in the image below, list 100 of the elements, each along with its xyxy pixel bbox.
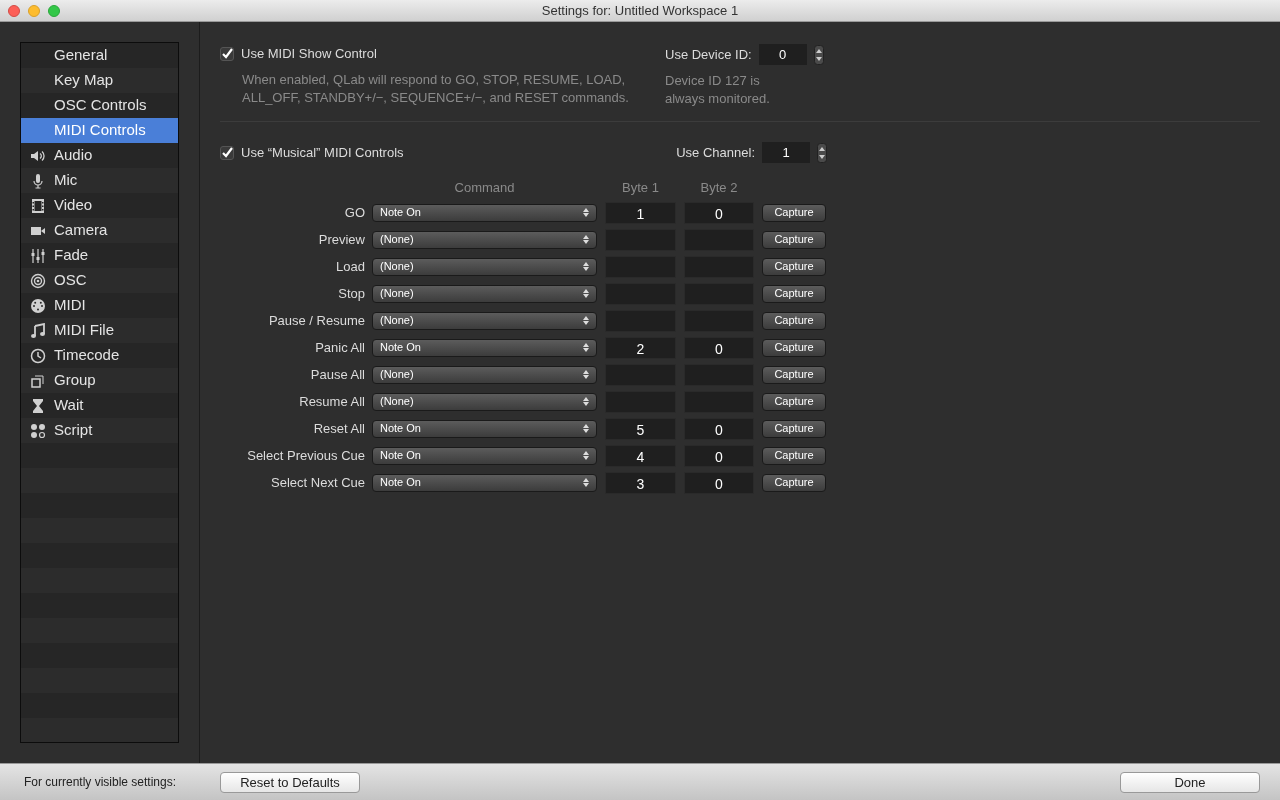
close-button[interactable]	[8, 4, 20, 17]
capture-button[interactable]: Capture	[762, 365, 826, 384]
byte-field[interactable]: 0	[684, 471, 754, 494]
column-header: Command	[453, 179, 516, 198]
description-text: When enabled, QLab will respond to GO, STOP, RESUME, LOAD, ALL_OFF, STANDBY+/−, SEQUENCE+/−, and RESET commands.	[242, 70, 630, 107]
byte-field[interactable]: 1	[605, 201, 676, 224]
window-title: Settings for: Untitled Workspace 1	[541, 1, 739, 20]
sidebar-item[interactable]: MIDI	[21, 293, 178, 318]
sidebar-item[interactable]: Key Map	[21, 68, 178, 93]
sidebar-item[interactable]: OSC	[21, 268, 178, 293]
sidebar-item[interactable]: OSC Controls	[21, 93, 178, 118]
capture-button[interactable]: Capture	[762, 392, 826, 411]
sliders-icon	[29, 247, 46, 264]
chevron-updown-icon	[583, 424, 589, 433]
note-text: Device ID 127 is always monitored.	[665, 72, 771, 108]
column-header: Byte 2	[699, 179, 739, 198]
sidebar-item[interactable]: Fade	[21, 243, 178, 268]
command-select[interactable]: Note On	[372, 419, 597, 438]
done-button[interactable]: Done	[1120, 771, 1260, 793]
checkbox-label: Use MIDI Show Control	[241, 45, 377, 63]
command-select[interactable]: Note On	[372, 338, 597, 357]
command-select[interactable]: Note On	[372, 473, 597, 492]
film-icon	[29, 197, 46, 214]
field-label: Use Channel:	[676, 143, 755, 162]
command-label: Resume All	[298, 392, 365, 411]
capture-button[interactable]: Capture	[762, 338, 826, 357]
command-select[interactable]: Note On	[372, 203, 597, 222]
sidebar-item[interactable]: MIDI File	[21, 318, 178, 343]
chevron-updown-icon	[583, 451, 589, 460]
channel-field[interactable]: 1	[762, 142, 810, 163]
command-label: Panic All	[314, 338, 365, 357]
target-icon	[29, 272, 46, 289]
chevron-updown-icon	[583, 397, 589, 406]
sidebar-item[interactable]: Group	[21, 368, 178, 393]
clock-icon	[29, 347, 46, 364]
byte-field[interactable]: 0	[684, 201, 754, 224]
midi-connector-icon	[29, 297, 46, 314]
sidebar-item[interactable]: Camera	[21, 218, 178, 243]
command-label: Select Next Cue	[270, 473, 365, 492]
command-select[interactable]: (None)	[372, 392, 597, 411]
command-select[interactable]: (None)	[372, 284, 597, 303]
capture-button[interactable]: Capture	[762, 446, 826, 465]
zoom-button[interactable]	[48, 4, 60, 17]
sidebar-item[interactable]: Audio	[21, 143, 178, 168]
command-label: Stop	[337, 284, 365, 303]
chevron-updown-icon	[583, 235, 589, 244]
byte-field[interactable]: 5	[605, 417, 676, 440]
sidebar-item[interactable]: Mic	[21, 168, 178, 193]
byte-field[interactable]: 0	[684, 417, 754, 440]
stepper-control[interactable]	[813, 44, 824, 65]
device-id-field[interactable]: 0	[758, 44, 807, 65]
sidebar-item[interactable]: Timecode	[21, 343, 178, 368]
field-label: Use Device ID:	[665, 45, 752, 64]
byte-field[interactable]: 0	[684, 336, 754, 359]
command-label: Reset All	[312, 419, 365, 438]
stacked-squares-icon	[29, 372, 46, 389]
command-select[interactable]: (None)	[372, 230, 597, 249]
command-label: GO	[343, 203, 365, 222]
footer-label: For currently visible settings:	[24, 774, 178, 791]
music-note-icon	[29, 322, 46, 339]
checkbox[interactable]	[220, 46, 234, 61]
capture-button[interactable]: Capture	[762, 311, 826, 330]
command-select[interactable]: (None)	[372, 257, 597, 276]
column-header: Byte 1	[621, 179, 660, 198]
command-select[interactable]: Note On	[372, 446, 597, 465]
capture-button[interactable]: Capture	[762, 419, 826, 438]
sidebar-item[interactable]: Script	[21, 418, 178, 443]
sidebar-item[interactable]: Wait	[21, 393, 178, 418]
minimize-button[interactable]	[28, 4, 40, 17]
dots-icon	[29, 422, 46, 439]
sidebar-item[interactable]: General	[21, 43, 178, 68]
capture-button[interactable]: Capture	[762, 203, 826, 222]
byte-field[interactable]: 3	[605, 471, 676, 494]
chevron-updown-icon	[583, 316, 589, 325]
command-select[interactable]: (None)	[372, 365, 597, 384]
command-label: Select Previous Cue	[246, 446, 365, 465]
command-label: Pause / Resume	[267, 311, 365, 330]
sidebar-item[interactable]: MIDI Controls	[21, 118, 178, 143]
reset-button[interactable]: Reset to Defaults	[220, 771, 360, 793]
stepper-control[interactable]	[817, 142, 827, 163]
checkbox-label: Use “Musical” MIDI Controls	[241, 143, 404, 162]
capture-button[interactable]: Capture	[762, 230, 826, 249]
command-label: Preview	[317, 230, 365, 249]
byte-field[interactable]: 4	[605, 444, 676, 467]
capture-button[interactable]: Capture	[762, 284, 826, 303]
chevron-updown-icon	[583, 289, 589, 298]
chevron-updown-icon	[583, 478, 589, 487]
command-select[interactable]: (None)	[372, 311, 597, 330]
chevron-updown-icon	[583, 343, 589, 352]
byte-field[interactable]: 2	[605, 336, 676, 359]
command-label: Pause All	[309, 365, 365, 384]
chevron-updown-icon	[583, 370, 589, 379]
command-label: Load	[335, 257, 365, 276]
sidebar-item[interactable]: Video	[21, 193, 178, 218]
chevron-updown-icon	[583, 262, 589, 271]
capture-button[interactable]: Capture	[762, 257, 826, 276]
checkbox[interactable]	[220, 145, 234, 160]
byte-field[interactable]: 0	[684, 444, 754, 467]
capture-button[interactable]: Capture	[762, 473, 826, 492]
chevron-updown-icon	[583, 208, 589, 217]
